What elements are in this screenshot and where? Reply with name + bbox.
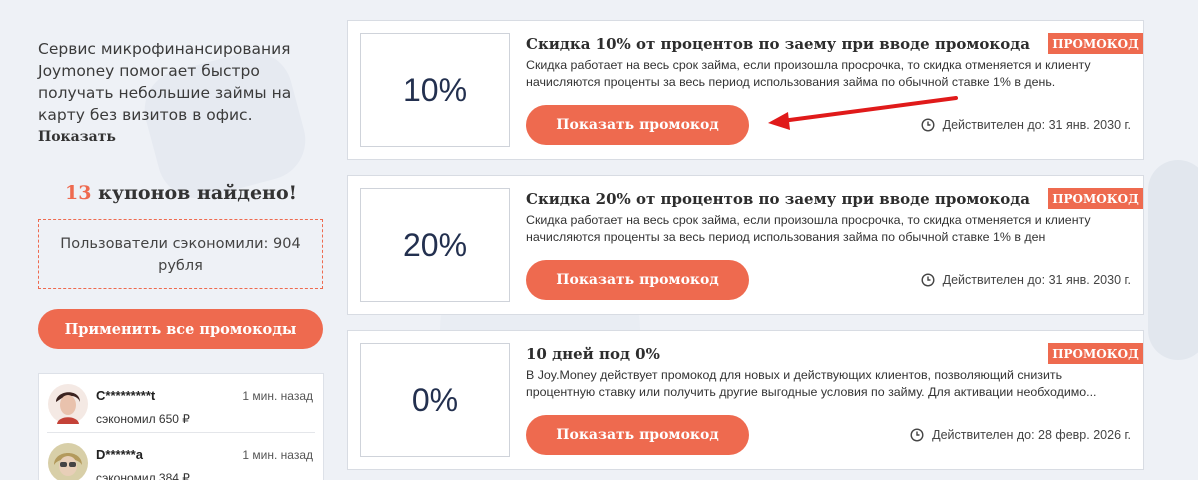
show-promo-button[interactable]: Показать промокод [526, 260, 749, 300]
validity-text: Действителен до: 31 янв. 2030 г. [942, 273, 1131, 287]
promo-badge: ПРОМОКОД [1048, 188, 1143, 209]
user-name: C*********t [96, 388, 156, 403]
coupons-found-heading: 13 купонов найдено! [38, 182, 324, 204]
show-promo-button[interactable]: Показать промокод [526, 105, 749, 145]
apply-all-button[interactable]: Применить все промокоды [38, 309, 323, 349]
coupons-found-text: купонов найдено! [98, 182, 297, 204]
coupon-percent: 20% [360, 188, 510, 302]
sidebar: Сервис микрофинансирования Joymoney помо… [38, 0, 324, 480]
coupon-description: Скидка работает на весь срок займа, если… [526, 213, 1091, 244]
validity-text: Действителен до: 28 февр. 2026 г. [932, 428, 1131, 442]
coupon-percent: 10% [360, 33, 510, 147]
users-saved-box: Пользователи сэкономили: 904 рубля [38, 219, 323, 289]
service-description: Сервис микрофинансирования Joymoney помо… [38, 38, 324, 148]
avatar [48, 443, 88, 480]
validity: Действителен до: 28 февр. 2026 г. [910, 428, 1131, 442]
show-promo-button[interactable]: Показать промокод [526, 415, 749, 455]
coupon-title: 10 дней под 0% [526, 345, 660, 363]
coupon-card: 10% Скидка 10% от процентов по заему при… [347, 20, 1144, 160]
show-more-link[interactable]: Показать [38, 126, 324, 148]
coupon-title: Скидка 10% от процентов по заему при вво… [526, 35, 1030, 53]
user-saved: сэкономил 650 ₽ [96, 412, 190, 426]
list-item: C*********t 1 мин. назад сэкономил 650 ₽ [47, 374, 315, 433]
validity: Действителен до: 31 янв. 2030 г. [921, 273, 1131, 287]
clock-icon [910, 428, 924, 442]
list-item: D******a 1 мин. назад сэкономил 384 ₽ [47, 433, 315, 480]
avatar [48, 384, 88, 424]
coupon-description: Скидка работает на весь срок займа, если… [526, 58, 1091, 89]
user-name: D******a [96, 447, 143, 462]
clock-icon [921, 273, 935, 287]
recent-users-list: C*********t 1 мин. назад сэкономил 650 ₽… [38, 373, 324, 480]
users-saved-text: Пользователи сэкономили: 904 рубля [60, 236, 301, 274]
promo-badge: ПРОМОКОД [1048, 33, 1143, 54]
user-time: 1 мин. назад [242, 448, 313, 462]
user-saved: сэкономил 384 ₽ [96, 471, 190, 480]
promo-badge: ПРОМОКОД [1048, 343, 1143, 364]
arrow-icon [768, 96, 958, 130]
user-time: 1 мин. назад [242, 389, 313, 403]
validity-text: Действителен до: 31 янв. 2030 г. [942, 118, 1131, 132]
coupon-description: В Joy.Money действует промокод для новых… [526, 368, 1097, 399]
coupons-count: 13 [65, 182, 92, 204]
coupon-percent: 0% [360, 343, 510, 457]
description-text: Сервис микрофинансирования Joymoney помо… [38, 40, 292, 124]
coupon-card: 0% 10 дней под 0% ПРОМОКОД В Joy.Money д… [347, 330, 1144, 470]
coupon-title: Скидка 20% от процентов по заему при вво… [526, 190, 1030, 208]
coupon-card: 20% Скидка 20% от процентов по заему при… [347, 175, 1144, 315]
background-decoration [1148, 160, 1198, 360]
